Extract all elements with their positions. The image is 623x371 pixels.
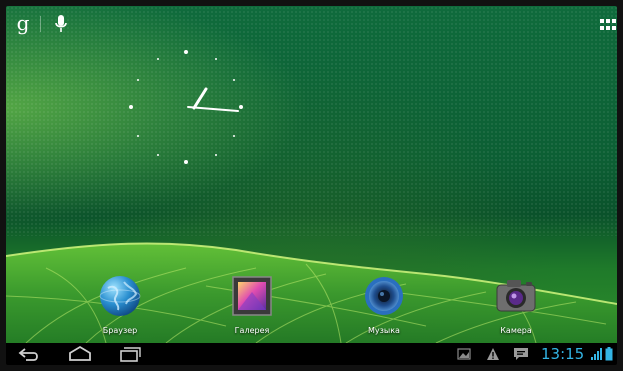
gallery-icon	[232, 276, 272, 316]
analog-clock-widget[interactable]	[122, 46, 254, 176]
microphone-icon[interactable]	[54, 14, 68, 34]
clock-marker	[215, 154, 217, 156]
app-label: Галерея	[234, 326, 270, 335]
clock-minute-hand	[187, 106, 239, 112]
system-navigation-bar: 13:15	[6, 343, 617, 365]
camera-icon	[496, 280, 536, 312]
message-icon[interactable]	[513, 347, 529, 361]
warning-icon[interactable]	[486, 347, 500, 361]
battery-icon	[605, 347, 613, 361]
app-camera[interactable]: Камера	[481, 274, 551, 336]
clock-marker	[137, 135, 139, 137]
browser-globe-icon	[99, 276, 141, 316]
search-divider	[40, 16, 41, 32]
clock-marker	[157, 58, 159, 60]
home-icon[interactable]	[66, 343, 94, 365]
clock-marker	[184, 160, 188, 164]
screenshot-icon[interactable]	[457, 347, 471, 361]
google-search-icon[interactable]: g	[14, 12, 32, 34]
app-music[interactable]: Музыка	[349, 274, 419, 336]
clock-marker	[215, 58, 217, 60]
clock-marker	[233, 79, 235, 81]
clock-marker	[129, 105, 133, 109]
signal-icon	[591, 348, 602, 360]
status-time: 13:15	[541, 345, 585, 363]
apps-grid-icon[interactable]	[600, 19, 616, 31]
music-speaker-icon	[365, 277, 403, 315]
clock-marker	[157, 154, 159, 156]
recent-apps-icon[interactable]	[116, 343, 142, 365]
home-screen: g Браузер Галерея Музыка Камера 13:15	[6, 6, 617, 365]
app-browser[interactable]: Браузер	[85, 274, 155, 336]
back-icon[interactable]	[16, 343, 42, 365]
app-label: Музыка	[368, 326, 400, 335]
app-label: Браузер	[102, 326, 138, 335]
clock-marker	[239, 105, 243, 109]
clock-marker	[184, 50, 188, 54]
clock-marker	[137, 79, 139, 81]
app-gallery[interactable]: Галерея	[217, 274, 287, 336]
clock-hour-hand	[192, 87, 208, 110]
clock-marker	[233, 135, 235, 137]
app-label: Камера	[500, 326, 532, 335]
